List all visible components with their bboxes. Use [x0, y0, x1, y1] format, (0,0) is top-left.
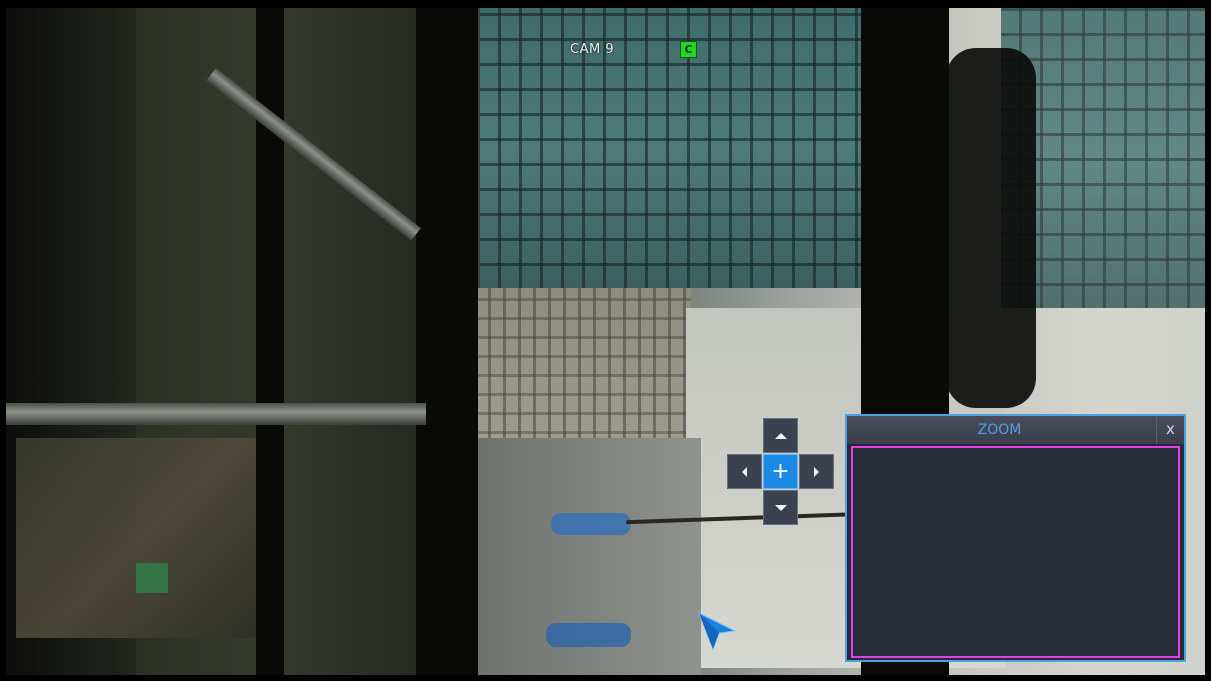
- arrow-down-icon: [774, 504, 787, 511]
- ptz-up-button[interactable]: [763, 418, 798, 453]
- ptz-center-button[interactable]: +: [763, 454, 798, 489]
- feed-frame-pillar-far: [946, 48, 1036, 408]
- zoom-preview-area[interactable]: [851, 446, 1180, 658]
- status-badge: C: [680, 41, 697, 58]
- plus-icon: +: [771, 458, 790, 484]
- zoom-panel: ZOOM x: [845, 414, 1186, 662]
- feed-frame-pillar-mid: [416, 8, 478, 675]
- feed-reflection-1: [551, 513, 631, 535]
- arrow-right-icon: [814, 466, 819, 477]
- ptz-right-button[interactable]: [799, 454, 834, 489]
- feed-reflection-2: [546, 623, 631, 647]
- ptz-left-button[interactable]: [727, 454, 762, 489]
- arrow-left-icon: [742, 466, 747, 477]
- arrow-up-icon: [774, 432, 787, 439]
- mouse-pointer-icon: [698, 611, 737, 651]
- camera-label: CAM 9: [570, 42, 615, 57]
- feed-rail-horizontal: [6, 403, 426, 425]
- zoom-close-button[interactable]: x: [1156, 416, 1184, 444]
- ptz-down-button[interactable]: [763, 490, 798, 525]
- zoom-panel-title: ZOOM: [977, 422, 1022, 438]
- feed-rail-diagonal: [206, 68, 421, 241]
- feed-ground-area: [16, 438, 276, 638]
- feed-green-patch: [136, 563, 168, 593]
- zoom-panel-header[interactable]: ZOOM x: [847, 416, 1184, 444]
- dvr-live-view: CAM 9 C + ZOOM x: [0, 0, 1211, 681]
